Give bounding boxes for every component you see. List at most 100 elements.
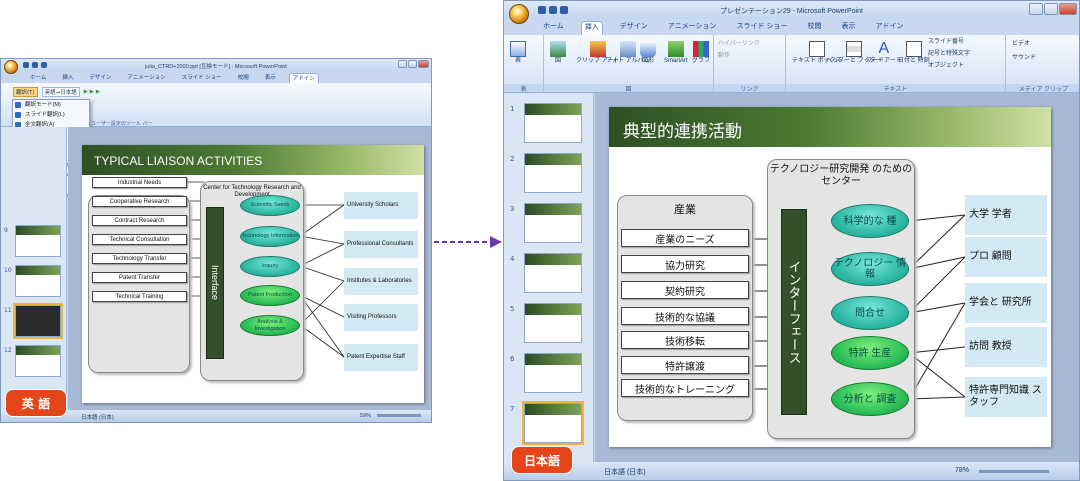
action-button[interactable]: 動作 bbox=[718, 53, 730, 60]
slide-thumbnail[interactable] bbox=[524, 303, 582, 343]
resource-ellipse[interactable]: Patent Production bbox=[240, 285, 300, 306]
industry-item[interactable]: 産業のニーズ bbox=[621, 229, 749, 247]
tab-5[interactable]: 校閲 bbox=[235, 73, 252, 83]
expert-box[interactable]: 特許専門知識 スタッフ bbox=[965, 377, 1047, 417]
tab-7[interactable]: アドイン bbox=[288, 73, 319, 83]
tab-3[interactable]: アニメーション bbox=[124, 73, 168, 83]
translate-menu-button[interactable]: 翻訳(T) bbox=[13, 87, 38, 97]
expert-box[interactable]: 学会と 研究所 bbox=[965, 283, 1047, 323]
tab-6[interactable]: 表示 bbox=[262, 73, 279, 83]
industry-item[interactable]: 契約研究 bbox=[621, 281, 749, 299]
resource-ellipse[interactable]: 問合せ bbox=[831, 296, 909, 330]
industry-item[interactable]: Industrial Needs bbox=[92, 177, 187, 188]
tab-3[interactable]: アニメーション bbox=[665, 21, 720, 35]
expert-box[interactable]: Institutes & Laboratories bbox=[344, 268, 418, 295]
expert-box[interactable]: Patent Expertise Staff bbox=[344, 344, 418, 371]
industry-item[interactable]: Cooperative Research bbox=[92, 196, 187, 207]
shapes-button[interactable]: 図形 bbox=[640, 41, 656, 65]
menu-item[interactable]: スライド翻訳(L) bbox=[13, 110, 89, 120]
wordart-button[interactable]: A ワードアート bbox=[866, 41, 902, 65]
smartart-button[interactable]: SmartArt bbox=[664, 41, 688, 65]
industry-item[interactable]: Technical Consultation bbox=[92, 234, 187, 245]
resource-ellipse[interactable]: Inquiry bbox=[240, 256, 300, 277]
zoom-slider[interactable] bbox=[377, 414, 421, 417]
datetime-button[interactable]: 日付と 時刻 bbox=[898, 41, 930, 65]
zoom-level[interactable]: 59% bbox=[360, 413, 371, 419]
industry-item[interactable]: 技術移転 bbox=[621, 331, 749, 349]
resource-ellipse[interactable]: Analysis & Investigation bbox=[240, 315, 300, 336]
resource-ellipse[interactable]: テクノロジー 情報 bbox=[831, 252, 909, 286]
industry-item[interactable]: Technical Training bbox=[92, 291, 187, 302]
language-status: 日本語 (日本) bbox=[81, 415, 114, 421]
maximize-button[interactable] bbox=[1044, 3, 1058, 15]
close-button[interactable] bbox=[418, 60, 429, 68]
chart-button[interactable]: グラフ bbox=[692, 41, 710, 65]
slide-number-button[interactable]: スライド番号 bbox=[928, 39, 964, 46]
expert-box[interactable]: Visiting Professors bbox=[344, 304, 418, 331]
slide-thumbnail[interactable] bbox=[524, 203, 582, 243]
tab-2[interactable]: デザイン bbox=[86, 73, 114, 83]
slide-thumbnail-selected[interactable] bbox=[13, 303, 63, 339]
slide[interactable]: 典型的連携活動 産業 テクノロジー研究開発 のためのセンター インターフェース … bbox=[609, 107, 1051, 447]
tab-2[interactable]: デザイン bbox=[617, 21, 651, 35]
industry-item[interactable]: 技術的な協議 bbox=[621, 307, 749, 325]
expert-box[interactable]: 大学 学者 bbox=[965, 195, 1047, 235]
tab-0[interactable]: ホーム bbox=[540, 21, 567, 35]
industry-item[interactable]: 協力研究 bbox=[621, 255, 749, 273]
industry-item[interactable]: 技術的なトレーニング bbox=[621, 379, 749, 397]
slide[interactable]: TYPICAL LIAISON ACTIVITIES Center for Te… bbox=[82, 145, 424, 403]
object-button[interactable]: オブジェクト bbox=[928, 63, 964, 70]
slide-thumbnail[interactable] bbox=[15, 345, 61, 377]
industry-item[interactable]: 特許譲渡 bbox=[621, 356, 749, 374]
slide-thumbnail[interactable] bbox=[524, 353, 582, 393]
minimize-button[interactable] bbox=[1029, 3, 1043, 15]
sound-button[interactable]: サウンド bbox=[1012, 55, 1036, 62]
slide-thumbnail[interactable] bbox=[524, 253, 582, 293]
tab-7[interactable]: アドイン bbox=[872, 21, 906, 35]
expert-box[interactable]: University Scholars bbox=[344, 192, 418, 219]
thumbnail-header bbox=[525, 404, 581, 416]
wordart-icon: A bbox=[878, 40, 890, 57]
movie-button[interactable]: ビデオ bbox=[1012, 41, 1030, 48]
tab-4[interactable]: スライド ショー bbox=[179, 73, 225, 83]
tab-5[interactable]: 校閲 bbox=[804, 21, 824, 35]
expert-box[interactable]: プロ 顧問 bbox=[965, 237, 1047, 277]
close-button[interactable] bbox=[1059, 3, 1077, 15]
resource-ellipse[interactable]: Technology Information bbox=[240, 226, 300, 247]
resource-ellipse[interactable]: Scientific Seeds bbox=[240, 195, 300, 216]
resource-ellipse[interactable]: 分析と 調査 bbox=[831, 382, 909, 416]
title-bar: julia_CTRD+2000.ppt [互換モード] - Microsoft … bbox=[1, 59, 431, 74]
slide-thumbnail[interactable] bbox=[15, 225, 61, 257]
ribbon-tabs: ホーム 挿入 デザイン アニメーション スライド ショー 校閲 表示 アドイン bbox=[1, 73, 431, 83]
zoom-level[interactable]: 78% bbox=[955, 467, 969, 474]
slide-thumbnail[interactable] bbox=[524, 103, 582, 143]
tab-0[interactable]: ホーム bbox=[27, 73, 49, 83]
zoom-slider[interactable] bbox=[979, 470, 1049, 473]
menu-item[interactable]: 翻訳モード(M) bbox=[13, 100, 89, 110]
industry-item[interactable]: Technology Transfer bbox=[92, 253, 187, 264]
ribbon: 表 表 図 図 クリップ アート フォト アルバム 図形 SmartArt グラ… bbox=[504, 35, 1079, 93]
industry-item[interactable]: Patent Transfer bbox=[92, 272, 187, 283]
maximize-button[interactable] bbox=[408, 60, 417, 68]
resource-ellipse[interactable]: 特許 生産 bbox=[831, 336, 909, 370]
table-icon bbox=[510, 41, 526, 57]
expert-box[interactable]: Professional Consultants bbox=[344, 231, 418, 258]
minimize-button[interactable] bbox=[398, 60, 407, 68]
language-status: 日本語 (日本) bbox=[604, 469, 646, 476]
slide-thumbnail[interactable] bbox=[522, 401, 584, 445]
hyperlink-button[interactable]: ハイパーリンク bbox=[718, 41, 760, 48]
play-icon[interactable]: ▶ ▶ ▶ bbox=[84, 89, 100, 95]
tab-6[interactable]: 表示 bbox=[838, 21, 858, 35]
symbol-button[interactable]: 記号と特殊文字 bbox=[928, 51, 970, 58]
industry-item[interactable]: Contract Research bbox=[92, 215, 187, 226]
tab-4[interactable]: スライド ショー bbox=[734, 21, 791, 35]
language-pair-select[interactable]: 英語→日本語 bbox=[41, 87, 80, 97]
slide-thumbnail[interactable] bbox=[15, 265, 61, 297]
tab-1[interactable]: 挿入 bbox=[580, 21, 603, 35]
slide-thumbnail[interactable] bbox=[524, 153, 582, 193]
tab-1[interactable]: 挿入 bbox=[59, 73, 76, 83]
table-button[interactable]: 表 bbox=[510, 41, 526, 65]
resource-ellipse[interactable]: 科学的な 種 bbox=[831, 204, 909, 238]
expert-box[interactable]: 訪問 教授 bbox=[965, 327, 1047, 367]
picture-button[interactable]: 図 bbox=[550, 41, 566, 65]
